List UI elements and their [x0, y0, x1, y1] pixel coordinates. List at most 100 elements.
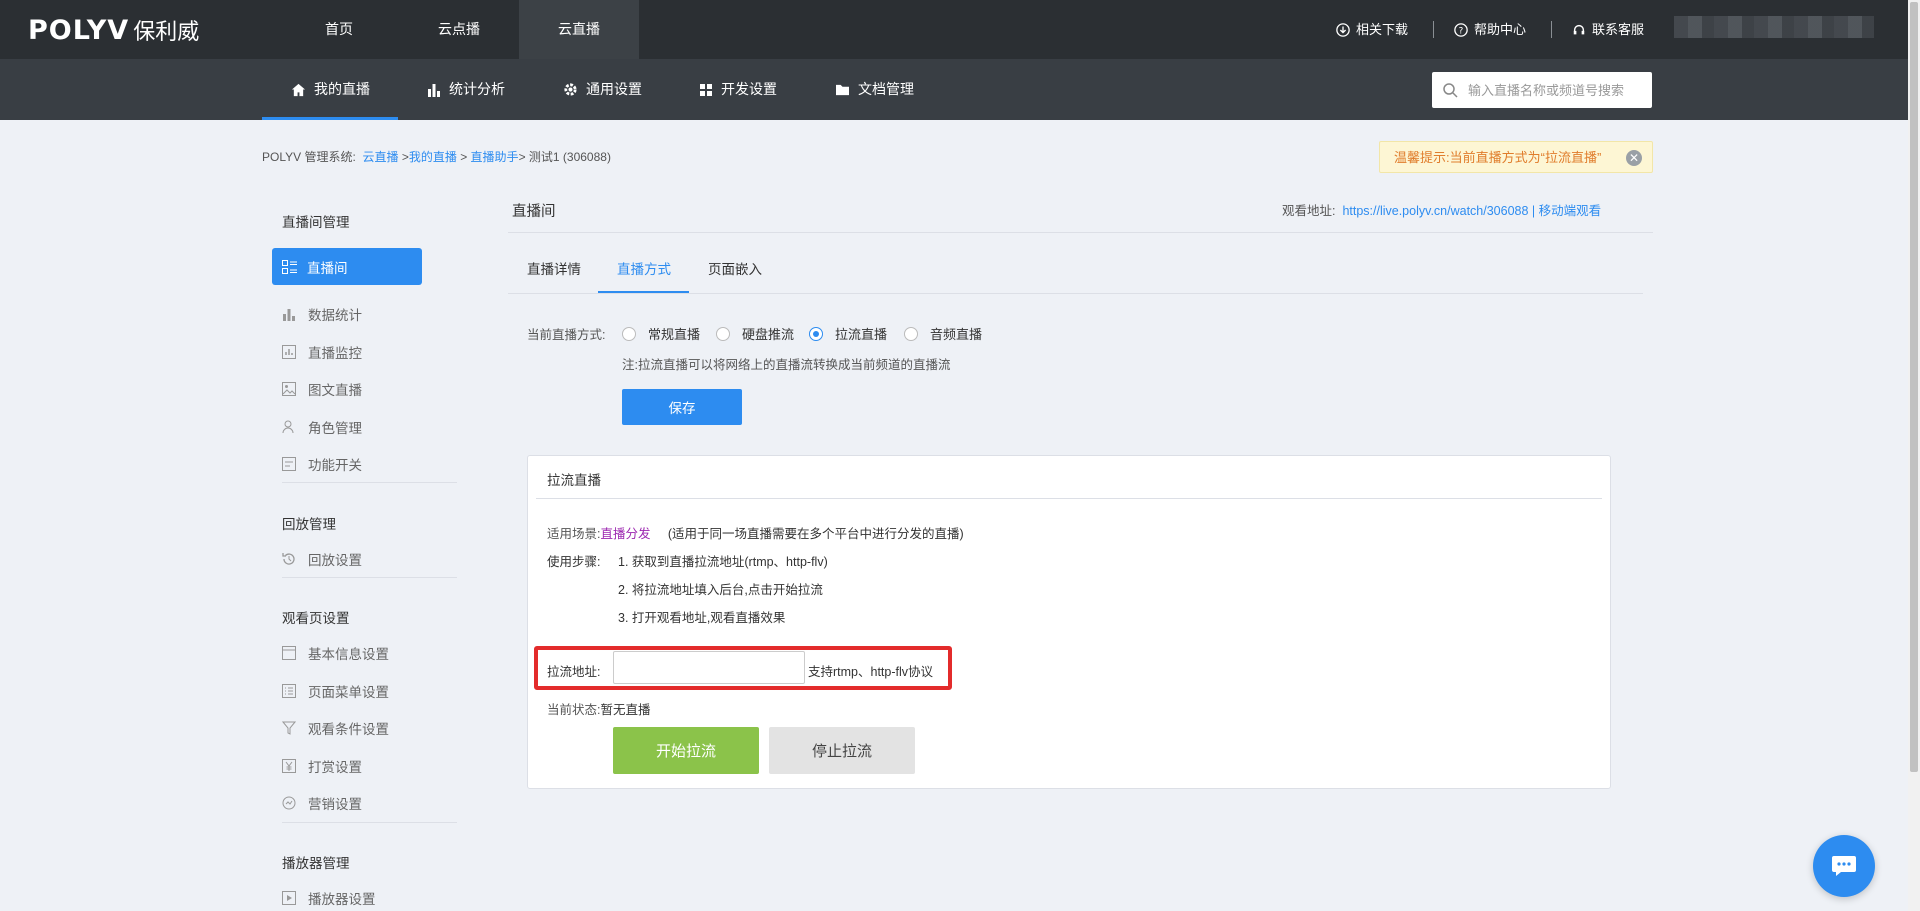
subnav-my-live[interactable]: 我的直播	[291, 59, 370, 120]
stop-pull-button[interactable]: 停止拉流	[769, 727, 915, 774]
marketing-icon	[282, 796, 296, 810]
sidebar-item-feature-switch[interactable]: 功能开关	[282, 454, 362, 474]
nav-home[interactable]: 首页	[279, 0, 399, 59]
download-link[interactable]: 相关下载	[1336, 0, 1408, 59]
breadcrumb-prefix: POLYV 管理系统:	[262, 150, 356, 164]
sidebar-item-text-live[interactable]: 图文直播	[282, 379, 362, 399]
sidebar-item-watch-conditions[interactable]: 观看条件设置	[282, 718, 389, 738]
support-link[interactable]: 联系客服	[1572, 0, 1644, 59]
subnav-dev-settings[interactable]: 开发设置	[699, 59, 777, 120]
close-icon[interactable]: ✕	[1626, 150, 1642, 166]
radio-disk-push[interactable]: 硬盘推流	[716, 324, 794, 343]
sidebar-item-monitor[interactable]: 直播监控	[282, 342, 362, 362]
search-input[interactable]	[1466, 81, 1650, 99]
divider	[1551, 21, 1552, 38]
sidebar-group-player: 播放器管理	[282, 856, 350, 871]
mobile-watch-link[interactable]: 移动端观看	[1539, 204, 1602, 218]
sidebar-item-roles[interactable]: 角色管理	[282, 417, 362, 437]
bar-chart-icon	[428, 83, 440, 97]
panel-divider	[536, 498, 1602, 499]
breadcrumb-cloud-live[interactable]: 云直播	[362, 150, 398, 164]
sidebar-group-room: 直播间管理	[282, 215, 350, 230]
sidebar-item-label: 页面菜单设置	[308, 685, 389, 700]
user-icon	[282, 420, 294, 434]
subnav-docs[interactable]: 文档管理	[835, 59, 914, 120]
menu-list-icon	[282, 684, 296, 698]
breadcrumb-assistant[interactable]: 直播助手	[471, 150, 519, 164]
radio-audio-live[interactable]: 音频直播	[904, 324, 982, 343]
start-pull-button[interactable]: 开始拉流	[613, 727, 759, 774]
tab-live-mode[interactable]: 直播方式	[617, 258, 671, 278]
breadcrumb-separator: >	[398, 150, 409, 164]
sidebar-item-reward[interactable]: 打赏设置	[282, 756, 362, 776]
watch-label: 观看地址:	[1282, 204, 1336, 218]
radio-normal-live[interactable]: 常规直播	[622, 324, 700, 343]
sidebar-item-label: 基本信息设置	[308, 647, 389, 662]
sidebar-divider	[282, 822, 457, 823]
sidebar-item-label: 直播间	[307, 260, 348, 276]
mode-label: 当前直播方式:	[527, 328, 606, 342]
breadcrumb-separator: >	[456, 150, 471, 164]
sidebar-item-label: 直播监控	[308, 346, 362, 361]
sidebar-item-basic-info[interactable]: 基本信息设置	[282, 643, 389, 663]
window-icon	[282, 646, 296, 660]
bar-chart-icon	[283, 309, 295, 321]
user-account-blurred[interactable]	[1674, 16, 1874, 38]
save-button[interactable]: 保存	[622, 389, 742, 425]
support-label: 联系客服	[1592, 22, 1645, 37]
tab-live-details[interactable]: 直播详情	[527, 258, 581, 278]
logo[interactable]: POLYV 保利威	[28, 14, 199, 46]
nav-vod[interactable]: 云点播	[399, 0, 519, 59]
yen-icon	[282, 759, 296, 773]
breadcrumb-separator: >	[518, 150, 529, 164]
search-icon	[1443, 83, 1458, 98]
address-label: 拉流地址:	[547, 665, 601, 679]
sidebar-item-playback-settings[interactable]: 回放设置	[282, 549, 362, 569]
nav-live[interactable]: 云直播	[519, 0, 639, 59]
step-1: 1. 获取到直播拉流地址(rtmp、http-flv)	[618, 555, 828, 569]
radio-pull-stream[interactable]: 拉流直播	[809, 324, 887, 343]
tab-page-embed[interactable]: 页面嵌入	[708, 258, 762, 278]
radio-checked-icon	[809, 326, 823, 341]
sidebar-item-label: 图文直播	[308, 383, 362, 398]
folder-icon	[836, 84, 849, 96]
status-label: 当前状态:	[547, 703, 601, 717]
logo-brand: POLYV	[28, 14, 130, 46]
subnav-general-settings[interactable]: 通用设置	[563, 59, 642, 120]
help-link[interactable]: ? 帮助中心	[1454, 0, 1526, 59]
subnav-label: 我的直播	[314, 81, 370, 97]
sidebar-item-page-menu[interactable]: 页面菜单设置	[282, 681, 389, 701]
play-icon	[282, 891, 296, 905]
status-row: 当前状态:暂无直播	[547, 699, 651, 718]
tip-banner: 温馨提示:当前直播方式为“拉流直播” ✕	[1379, 141, 1653, 173]
subnav-label: 统计分析	[449, 81, 505, 97]
tabs-divider	[508, 293, 1643, 294]
sidebar-item-live-room[interactable]: 直播间	[272, 248, 422, 285]
sidebar-item-label: 回放设置	[308, 553, 362, 568]
sidebar-item-data-stats[interactable]: 数据统计	[282, 304, 362, 324]
subnav-label: 开发设置	[721, 81, 777, 97]
subnav-statistics[interactable]: 统计分析	[427, 59, 505, 120]
history-icon	[282, 553, 295, 565]
watch-address: 观看地址: https://live.polyv.cn/watch/306088…	[1282, 200, 1601, 219]
sidebar-group-watch-page: 观看页设置	[282, 611, 350, 626]
tip-text: 温馨提示:当前直播方式为“拉流直播”	[1394, 150, 1602, 165]
sidebar-item-label: 打赏设置	[308, 760, 362, 775]
search-box[interactable]	[1432, 72, 1652, 108]
chat-button[interactable]	[1813, 835, 1875, 897]
sidebar-divider	[282, 482, 457, 483]
pull-address-input[interactable]	[613, 651, 805, 684]
scrollbar-thumb[interactable]	[1910, 2, 1918, 772]
tab-active-indicator	[598, 291, 689, 293]
radio-label: 常规直播	[648, 327, 701, 342]
sidebar-divider	[282, 577, 457, 578]
sidebar-item-label: 角色管理	[308, 421, 362, 436]
breadcrumb-my-live[interactable]: 我的直播	[409, 150, 457, 164]
sidebar-group-playback: 回放管理	[282, 517, 336, 532]
sidebar-item-player-settings[interactable]: 播放器设置	[282, 888, 376, 908]
watch-url-link[interactable]: https://live.polyv.cn/watch/306088	[1342, 204, 1528, 218]
breadcrumb: POLYV 管理系统: 云直播 >我的直播 > 直播助手> 测试1 (30608…	[262, 148, 611, 165]
sidebar-item-marketing[interactable]: 营销设置	[282, 793, 362, 813]
download-label: 相关下载	[1356, 22, 1409, 37]
scene-row: 适用场景:直播分发 (适用于同一场直播需要在多个平台中进行分发的直播)	[547, 523, 964, 542]
